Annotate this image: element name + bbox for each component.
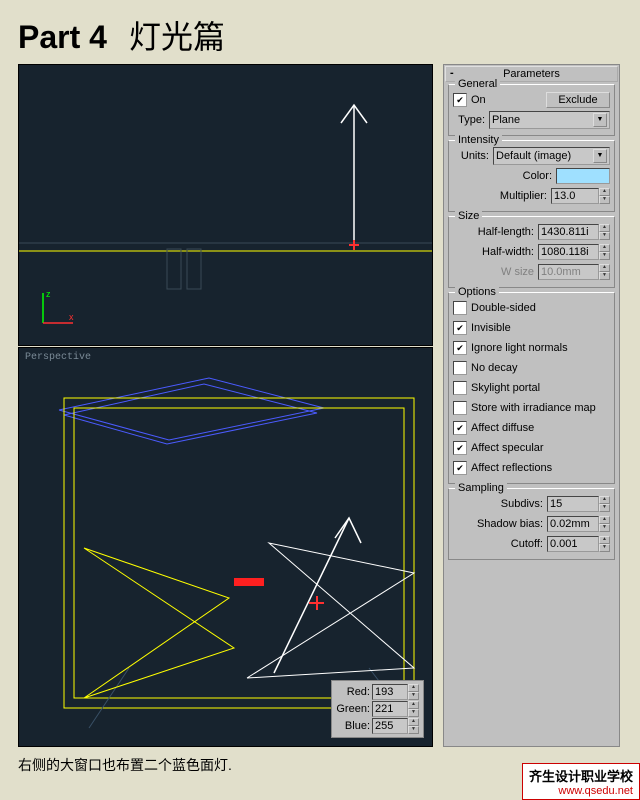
blue-label: Blue: <box>336 720 370 732</box>
half-width-spinner[interactable]: ▲▼ <box>599 244 610 260</box>
viewports: z x Perspective <box>18 64 433 747</box>
footer-line1: 齐生设计职业学校 <box>529 766 633 785</box>
double-sided-label: Double-sided <box>471 302 536 314</box>
type-dropdown[interactable]: Plane▼ <box>489 111 610 129</box>
invisible-label: Invisible <box>471 322 511 334</box>
group-general: General ✔ On Exclude Type: Plane▼ <box>448 84 615 136</box>
chevron-down-icon: ▼ <box>593 113 607 127</box>
affect-diffuse-label: Affect diffuse <box>471 422 534 434</box>
red-label: Red: <box>336 686 370 698</box>
rgb-panel: Red: ▲▼ Green: ▲▼ Blue: ▲▼ <box>331 680 424 738</box>
page-title: Part 4 灯光篇 <box>0 0 640 64</box>
half-length-spinner[interactable]: ▲▼ <box>599 224 610 240</box>
on-checkbox[interactable]: ✔ <box>453 93 467 107</box>
svg-text:x: x <box>69 312 74 322</box>
affect-diffuse-checkbox[interactable]: ✔ <box>453 421 467 435</box>
multiplier-label: Multiplier: <box>453 190 547 202</box>
affect-reflections-checkbox[interactable]: ✔ <box>453 461 467 475</box>
affect-reflections-label: Affect reflections <box>471 462 552 474</box>
axis-gizmo: z x <box>39 287 79 327</box>
group-sampling: Sampling Subdivs:▲▼ Shadow bias:▲▼ Cutof… <box>448 488 615 560</box>
half-width-label: Half-width: <box>453 246 534 258</box>
w-size-label: W size <box>453 266 534 278</box>
green-spinner[interactable]: ▲▼ <box>408 701 419 717</box>
subdivs-spinner[interactable]: ▲▼ <box>599 496 610 512</box>
half-width-input[interactable] <box>538 244 599 260</box>
invisible-checkbox[interactable]: ✔ <box>453 321 467 335</box>
affect-specular-label: Affect specular <box>471 442 544 454</box>
subdivs-input[interactable] <box>547 496 599 512</box>
exclude-button[interactable]: Exclude <box>546 92 610 108</box>
title-cn: 灯光篇 <box>129 19 225 55</box>
shadow-bias-spinner[interactable]: ▲▼ <box>599 516 610 532</box>
svg-text:z: z <box>46 289 51 299</box>
ignore-normals-checkbox[interactable]: ✔ <box>453 341 467 355</box>
shadow-bias-input[interactable] <box>547 516 599 532</box>
on-label: On <box>471 94 546 106</box>
viewport-top[interactable]: z x <box>18 64 433 346</box>
store-irr-label: Store with irradiance map <box>471 402 596 414</box>
skylight-portal-label: Skylight portal <box>471 382 540 394</box>
title-part: Part 4 <box>18 19 107 55</box>
half-length-label: Half-length: <box>453 226 534 238</box>
color-label: Color: <box>453 170 552 182</box>
group-title-options: Options <box>455 286 499 298</box>
group-title-sampling: Sampling <box>455 482 507 494</box>
group-options: Options Double-sided ✔Invisible ✔Ignore … <box>448 292 615 484</box>
shadow-bias-label: Shadow bias: <box>453 518 543 530</box>
units-dropdown[interactable]: Default (image)▼ <box>493 147 610 165</box>
viewport-perspective[interactable]: Perspective Red:▲▼ Green:▲▼ Blue:▲▼ <box>18 347 433 747</box>
skylight-portal-checkbox[interactable] <box>453 381 467 395</box>
w-size-spinner: ▲▼ <box>599 264 610 280</box>
group-title-size: Size <box>455 210 482 222</box>
blue-spinner[interactable]: ▲▼ <box>408 718 419 734</box>
type-label: Type: <box>453 114 485 126</box>
w-size-input <box>538 264 599 280</box>
affect-specular-checkbox[interactable]: ✔ <box>453 441 467 455</box>
collapse-icon[interactable]: - <box>450 67 454 79</box>
red-spinner[interactable]: ▲▼ <box>408 684 419 700</box>
group-size: Size Half-length:▲▼ Half-width:▲▼ W size… <box>448 216 615 288</box>
group-intensity: Intensity Units: Default (image)▼ Color:… <box>448 140 615 212</box>
multiplier-spinner[interactable]: ▲▼ <box>599 188 610 204</box>
cutoff-label: Cutoff: <box>453 538 543 550</box>
group-title-intensity: Intensity <box>455 134 502 146</box>
blue-input[interactable] <box>372 718 408 734</box>
rollout-title: Parameters <box>503 68 560 80</box>
subdivs-label: Subdivs: <box>453 498 543 510</box>
parameters-panel: - Parameters General ✔ On Exclude Type: P… <box>443 64 620 747</box>
cutoff-spinner[interactable]: ▲▼ <box>599 536 610 552</box>
footer-watermark: 齐生设计职业学校 www.qsedu.net <box>522 763 640 800</box>
group-title-general: General <box>455 78 500 90</box>
no-decay-checkbox[interactable] <box>453 361 467 375</box>
color-swatch[interactable] <box>556 168 610 184</box>
units-label: Units: <box>453 150 489 162</box>
red-input[interactable] <box>372 684 408 700</box>
cutoff-input[interactable] <box>547 536 599 552</box>
double-sided-checkbox[interactable] <box>453 301 467 315</box>
chevron-down-icon: ▼ <box>593 149 607 163</box>
multiplier-input[interactable] <box>551 188 599 204</box>
footer-line2: www.qsedu.net <box>529 785 633 797</box>
no-decay-label: No decay <box>471 362 517 374</box>
green-input[interactable] <box>372 701 408 717</box>
green-label: Green: <box>336 703 370 715</box>
store-irr-checkbox[interactable] <box>453 401 467 415</box>
half-length-input[interactable] <box>538 224 599 240</box>
ignore-normals-label: Ignore light normals <box>471 342 568 354</box>
